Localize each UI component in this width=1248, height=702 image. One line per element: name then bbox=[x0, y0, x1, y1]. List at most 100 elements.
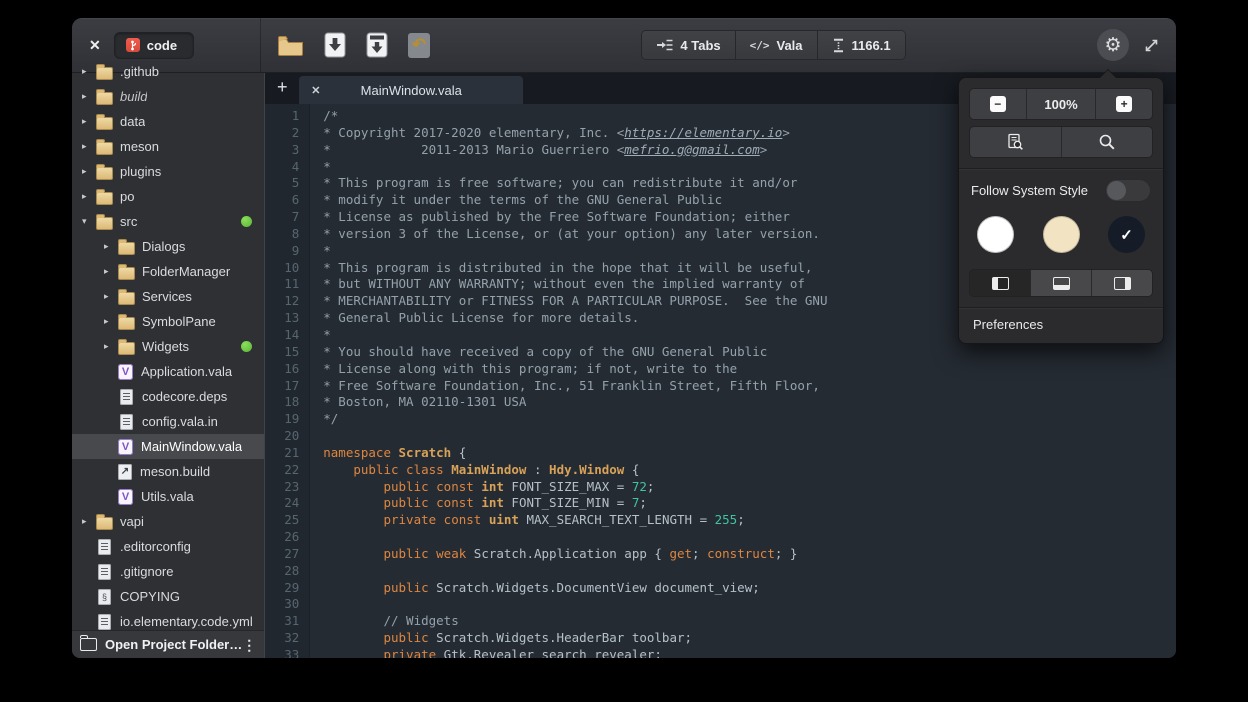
line-number: 23 bbox=[265, 479, 309, 496]
language-button[interactable]: </> Vala bbox=[736, 31, 818, 59]
git-branch-icon bbox=[126, 38, 140, 52]
code-line[interactable]: 15* You should have received a copy of t… bbox=[265, 344, 1176, 361]
expander-arrow-icon[interactable]: ▸ bbox=[82, 141, 96, 152]
line-number: 22 bbox=[265, 462, 309, 479]
tree-item-config-vala-in[interactable]: config.vala.in bbox=[72, 409, 264, 434]
code-line[interactable]: 21namespace Scratch { bbox=[265, 445, 1176, 462]
tree-item-widgets[interactable]: ▸Widgets bbox=[72, 334, 264, 359]
tree-item-meson[interactable]: ▸meson bbox=[72, 134, 264, 159]
expander-arrow-icon[interactable]: ▾ bbox=[82, 216, 96, 227]
line-text: * bbox=[309, 159, 331, 176]
tree-item-vapi[interactable]: ▸vapi bbox=[72, 509, 264, 534]
tree-item-codecore-deps[interactable]: codecore.deps bbox=[72, 384, 264, 409]
style-option-dark[interactable]: ✓ bbox=[1108, 216, 1145, 253]
tree-item-symbolpane[interactable]: ▸SymbolPane bbox=[72, 309, 264, 334]
fullscreen-icon[interactable] bbox=[1143, 37, 1160, 54]
tree-item-dialogs[interactable]: ▸Dialogs bbox=[72, 234, 264, 259]
save-button[interactable] bbox=[324, 32, 346, 58]
line-number: 11 bbox=[265, 276, 309, 293]
preferences-menu-item[interactable]: Preferences bbox=[959, 307, 1163, 343]
zoom-level-button[interactable]: 100% bbox=[1027, 89, 1097, 119]
expander-arrow-icon[interactable]: ▸ bbox=[82, 91, 96, 102]
line-text: public Scratch.Widgets.HeaderBar toolbar… bbox=[309, 630, 692, 647]
line-text bbox=[309, 596, 323, 613]
line-number: 24 bbox=[265, 495, 309, 512]
style-switcher: ✓ bbox=[969, 216, 1153, 253]
tab-overview-button[interactable]: 4 Tabs bbox=[642, 31, 735, 59]
code-line[interactable]: 25 private const uint MAX_SEARCH_TEXT_LE… bbox=[265, 512, 1176, 529]
expander-arrow-icon[interactable]: ▸ bbox=[82, 66, 96, 77]
line-text: * This program is distributed in the hop… bbox=[309, 260, 812, 277]
code-line[interactable]: 33 private Gtk.Revealer search_revealer; bbox=[265, 647, 1176, 658]
tree-item-io-elementary-code-yml[interactable]: io.elementary.code.yml bbox=[72, 609, 264, 630]
tree-item-services[interactable]: ▸Services bbox=[72, 284, 264, 309]
style-option-light[interactable] bbox=[977, 216, 1014, 253]
sidebar: ▸.github▸build▸data▸meson▸plugins▸po▾src… bbox=[72, 73, 265, 658]
sidebar-menu-button[interactable]: ⋮ bbox=[242, 638, 256, 652]
vcs-modified-badge bbox=[241, 216, 252, 227]
save-as-button[interactable] bbox=[366, 32, 388, 58]
code-line[interactable]: 23 public const int FONT_SIZE_MAX = 72; bbox=[265, 479, 1176, 496]
code-line[interactable]: 19*/ bbox=[265, 411, 1176, 428]
tree-item--editorconfig[interactable]: .editorconfig bbox=[72, 534, 264, 559]
code-line[interactable]: 30 bbox=[265, 596, 1176, 613]
code-line[interactable]: 29 public Scratch.Widgets.DocumentView d… bbox=[265, 580, 1176, 597]
language-label: Vala bbox=[777, 38, 803, 53]
tree-item-application-vala[interactable]: VApplication.vala bbox=[72, 359, 264, 384]
open-file-button[interactable] bbox=[277, 35, 304, 56]
tab-mainwindow-vala[interactable]: ✕ MainWindow.vala bbox=[299, 76, 523, 104]
toggle-sidebar-button[interactable] bbox=[970, 270, 1031, 296]
zoom-out-button[interactable]: − bbox=[970, 89, 1027, 119]
revert-button[interactable]: ↶ bbox=[408, 33, 430, 58]
zoom-in-button[interactable]: + bbox=[1096, 89, 1152, 119]
code-line[interactable]: 18* Boston, MA 02110-1301 USA bbox=[265, 394, 1176, 411]
settings-button[interactable]: ⚙ bbox=[1097, 29, 1129, 61]
expander-arrow-icon[interactable]: ▸ bbox=[82, 166, 96, 177]
tree-item--gitignore[interactable]: .gitignore bbox=[72, 559, 264, 584]
expander-arrow-icon[interactable]: ▸ bbox=[104, 266, 118, 277]
tree-item-label: .github bbox=[120, 64, 159, 79]
tree-item-data[interactable]: ▸data bbox=[72, 109, 264, 134]
tree-item-build[interactable]: ▸ build bbox=[72, 84, 264, 109]
new-tab-button[interactable]: + bbox=[265, 73, 299, 104]
tab-close-icon[interactable]: ✕ bbox=[311, 84, 320, 97]
expander-arrow-icon[interactable]: ▸ bbox=[104, 291, 118, 302]
code-line[interactable]: 20 bbox=[265, 428, 1176, 445]
tree-item-plugins[interactable]: ▸plugins bbox=[72, 159, 264, 184]
code-line[interactable]: 22 public class MainWindow : Hdy.Window … bbox=[265, 462, 1176, 479]
expander-arrow-icon[interactable]: ▸ bbox=[82, 116, 96, 127]
tree-item-foldermanager[interactable]: ▸FolderManager bbox=[72, 259, 264, 284]
code-line[interactable]: 16* License along with this program; if … bbox=[265, 361, 1176, 378]
expander-arrow-icon[interactable]: ▸ bbox=[82, 191, 96, 202]
tree-item-copying[interactable]: §COPYING bbox=[72, 584, 264, 609]
follow-system-style-toggle[interactable] bbox=[1105, 179, 1151, 202]
code-line[interactable]: 27 public weak Scratch.Application app {… bbox=[265, 546, 1176, 563]
code-line[interactable]: 26 bbox=[265, 529, 1176, 546]
tree-item-label: build bbox=[120, 89, 147, 104]
expander-arrow-icon[interactable]: ▸ bbox=[104, 341, 118, 352]
find-in-files-button[interactable] bbox=[970, 127, 1062, 157]
tree-item-mainwindow-vala[interactable]: VMainWindow.vala bbox=[72, 434, 264, 459]
code-line[interactable]: 28 bbox=[265, 563, 1176, 580]
toggle-terminal-button[interactable] bbox=[1031, 270, 1092, 296]
toggle-outline-button[interactable] bbox=[1092, 270, 1152, 296]
tree-item-po[interactable]: ▸po bbox=[72, 184, 264, 209]
tree-item-meson-build[interactable]: ↗meson.build bbox=[72, 459, 264, 484]
code-line[interactable]: 32 public Scratch.Widgets.HeaderBar tool… bbox=[265, 630, 1176, 647]
open-project-bar[interactable]: Open Project Folder… ⋮ bbox=[72, 630, 264, 658]
tree-item-src[interactable]: ▾src bbox=[72, 209, 264, 234]
line-text: * version 3 of the License, or (at your … bbox=[309, 226, 820, 243]
goto-line-button[interactable]: 1166.1 bbox=[818, 31, 905, 59]
expander-arrow-icon[interactable]: ▸ bbox=[82, 516, 96, 527]
tree-item--github[interactable]: ▸ .github bbox=[72, 59, 264, 84]
expander-arrow-icon[interactable]: ▸ bbox=[104, 241, 118, 252]
tree-item-utils-vala[interactable]: VUtils.vala bbox=[72, 484, 264, 509]
code-line[interactable]: 24 public const int FONT_SIZE_MIN = 7; bbox=[265, 495, 1176, 512]
style-option-sepia[interactable] bbox=[1043, 216, 1080, 253]
expander-arrow-icon[interactable]: ▸ bbox=[104, 316, 118, 327]
window-close-button[interactable]: ✕ bbox=[89, 37, 101, 54]
find-button[interactable] bbox=[1062, 127, 1153, 157]
code-line[interactable]: 17* Free Software Foundation, Inc., 51 F… bbox=[265, 378, 1176, 395]
code-line[interactable]: 31 // Widgets bbox=[265, 613, 1176, 630]
project-chip[interactable]: code bbox=[114, 32, 194, 59]
